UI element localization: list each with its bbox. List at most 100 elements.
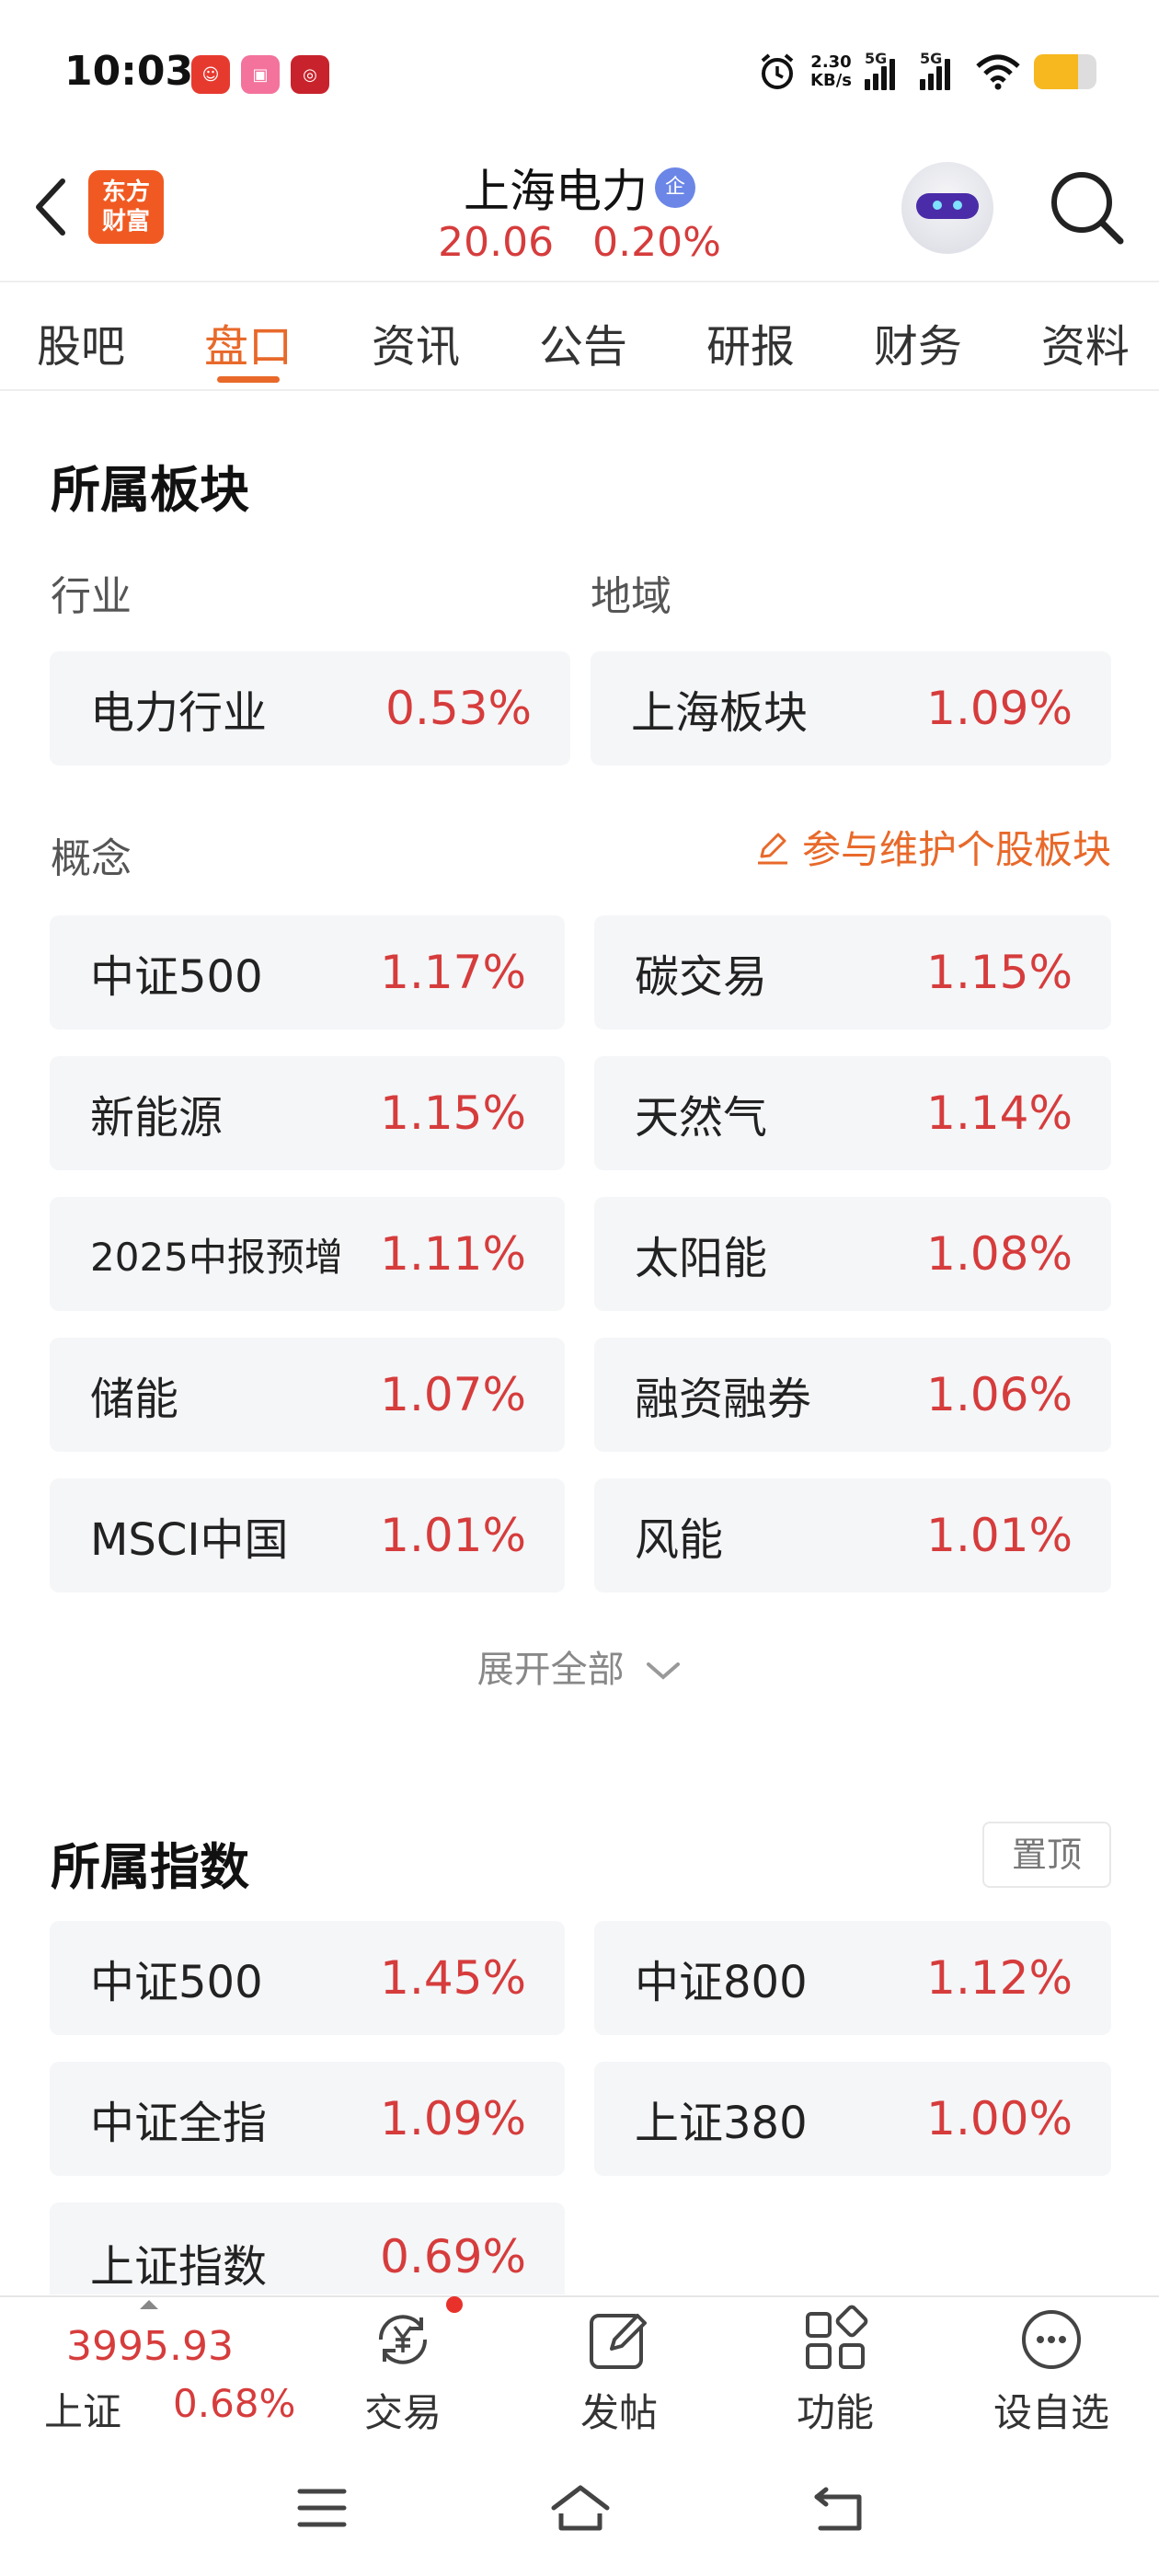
net-speed: 2.30 KB/s xyxy=(810,52,852,90)
assistant-robot-avatar[interactable] xyxy=(901,162,993,254)
card-pct: 0.53% xyxy=(385,682,532,735)
industry-card[interactable]: 电力行业 0.53% xyxy=(50,651,570,765)
stock-change-pct: 0.20% xyxy=(592,219,721,266)
card-pct: 1.17% xyxy=(380,946,526,999)
sectors-title: 所属板块 xyxy=(51,461,249,519)
concept-card[interactable]: 天然气 1.14% xyxy=(594,1056,1111,1170)
card-pct: 1.11% xyxy=(380,1227,526,1281)
menu-icon[interactable] xyxy=(294,2482,350,2534)
index-card[interactable]: 上证380 1.00% xyxy=(594,2062,1111,2176)
index-value[interactable]: 3995.93 xyxy=(66,2323,234,2370)
region-card[interactable]: 上海板块 1.09% xyxy=(591,651,1111,765)
function-label: 功能 xyxy=(796,2390,874,2435)
notification-app-icon: ☺ xyxy=(191,55,230,94)
tab-profile[interactable]: 资料 xyxy=(1041,282,1130,389)
region-label: 地域 xyxy=(591,573,671,620)
concept-label: 概念 xyxy=(51,835,132,882)
post-label: 发帖 xyxy=(580,2390,658,2435)
card-pct: 1.45% xyxy=(380,1951,526,2005)
card-name: 上证380 xyxy=(635,2098,808,2149)
edit-pencil-icon xyxy=(757,833,787,864)
card-name: 2025中报预增 xyxy=(90,1234,343,1280)
watchlist-label: 设自选 xyxy=(993,2390,1109,2435)
apps-grid-icon xyxy=(806,2305,868,2369)
index-card[interactable]: 中证800 1.12% xyxy=(594,1921,1111,2035)
card-name: 融资融券 xyxy=(635,1374,812,1425)
bank-app-icon: ◎ xyxy=(291,55,329,94)
card-pct: 1.15% xyxy=(926,946,1073,999)
maintain-sectors-link[interactable]: 参与维护个股板块 xyxy=(754,819,1111,875)
card-name: 天然气 xyxy=(635,1092,768,1144)
trade-yuan-icon xyxy=(378,2315,428,2364)
enterprise-badge: 企 xyxy=(655,167,695,208)
tab-research[interactable]: 研报 xyxy=(706,282,795,389)
index-name[interactable]: 上证 xyxy=(44,2381,121,2437)
card-pct: 1.01% xyxy=(926,1509,1073,1562)
industry-label: 行业 xyxy=(51,573,132,620)
card-name: 新能源 xyxy=(90,1092,224,1144)
battery-icon xyxy=(1034,54,1096,89)
signal-icon: 5G xyxy=(920,50,962,90)
tab-announcements[interactable]: 公告 xyxy=(539,282,627,389)
card-name: 储能 xyxy=(90,1374,179,1425)
concept-card[interactable]: MSCI中国 1.01% xyxy=(50,1478,565,1593)
card-pct: 1.00% xyxy=(926,2092,1073,2145)
card-name: 中证800 xyxy=(635,1957,808,2008)
card-name: 上证指数 xyxy=(90,2241,268,2293)
function-button[interactable]: 功能 xyxy=(766,2305,904,2438)
concept-card[interactable]: 中证500 1.17% xyxy=(50,915,565,1029)
trade-button[interactable]: 交易 xyxy=(334,2305,472,2438)
status-indicators: 2.30 KB/s 5G 5G xyxy=(757,50,1096,92)
card-pct: 1.01% xyxy=(380,1509,526,1562)
post-button[interactable]: 发帖 xyxy=(550,2305,688,2438)
tab-bar: 股吧 盘口 资讯 公告 研报 财务 资料 xyxy=(0,281,1159,391)
card-pct: 0.69% xyxy=(380,2230,526,2283)
wifi-icon xyxy=(976,54,1020,90)
caret-up-icon xyxy=(140,2300,158,2309)
index-card[interactable]: 上证指数 0.69% xyxy=(50,2202,565,2294)
stock-price: 20.06 xyxy=(438,219,555,266)
tab-finance[interactable]: 财务 xyxy=(874,282,962,389)
tab-guba[interactable]: 股吧 xyxy=(37,282,125,389)
pin-to-top-button[interactable]: 置顶 xyxy=(982,1822,1111,1888)
trade-label: 交易 xyxy=(363,2390,442,2435)
card-pct: 1.12% xyxy=(926,1951,1073,2005)
search-icon[interactable] xyxy=(1047,167,1126,247)
back-nav-icon[interactable] xyxy=(809,2482,868,2534)
compose-icon xyxy=(590,2314,647,2369)
add-watchlist-button[interactable]: 设自选 xyxy=(982,2305,1120,2438)
index-card[interactable]: 中证500 1.45% xyxy=(50,1921,565,2035)
concept-card[interactable]: 储能 1.07% xyxy=(50,1338,565,1452)
tab-pankou[interactable]: 盘口 xyxy=(204,282,293,389)
card-pct: 1.14% xyxy=(926,1087,1073,1140)
card-name: 中证500 xyxy=(90,1957,263,2008)
status-bar: 10:03 ☺ ▣ ◎ 2.30 KB/s 5G 5G xyxy=(0,0,1159,147)
card-pct: 1.09% xyxy=(380,2092,526,2145)
concept-card[interactable]: 太阳能 1.08% xyxy=(594,1197,1111,1311)
card-name: 上海板块 xyxy=(631,687,809,739)
card-name: 风能 xyxy=(635,1514,724,1566)
concept-card[interactable]: 融资融券 1.06% xyxy=(594,1338,1111,1452)
notification-dot xyxy=(446,2296,463,2313)
card-name: 碳交易 xyxy=(635,951,768,1003)
card-name: 中证500 xyxy=(90,951,263,1003)
card-name: 电力行业 xyxy=(90,687,268,739)
concept-card[interactable]: 碳交易 1.15% xyxy=(594,915,1111,1029)
bilibili-icon: ▣ xyxy=(241,55,280,94)
card-pct: 1.15% xyxy=(380,1087,526,1140)
tab-news[interactable]: 资讯 xyxy=(372,282,460,389)
index-change-pct[interactable]: 0.68% xyxy=(173,2381,295,2426)
home-icon[interactable] xyxy=(548,2482,613,2534)
card-name: MSCI中国 xyxy=(90,1514,289,1566)
card-pct: 1.07% xyxy=(380,1368,526,1421)
concept-card[interactable]: 新能源 1.15% xyxy=(50,1056,565,1170)
expand-all-button[interactable]: 展开全部 xyxy=(0,1639,1159,1693)
chevron-down-icon xyxy=(647,1662,681,1680)
concept-card[interactable]: 风能 1.01% xyxy=(594,1478,1111,1593)
more-options-icon xyxy=(1022,2310,1081,2369)
status-app-icons: ☺ ▣ ◎ xyxy=(191,55,329,94)
indices-title: 所属指数 xyxy=(51,1838,249,1896)
concept-card[interactable]: 2025中报预增 1.11% xyxy=(50,1197,565,1311)
index-card[interactable]: 中证全指 1.09% xyxy=(50,2062,565,2176)
stock-name: 上海电力 xyxy=(464,165,648,218)
